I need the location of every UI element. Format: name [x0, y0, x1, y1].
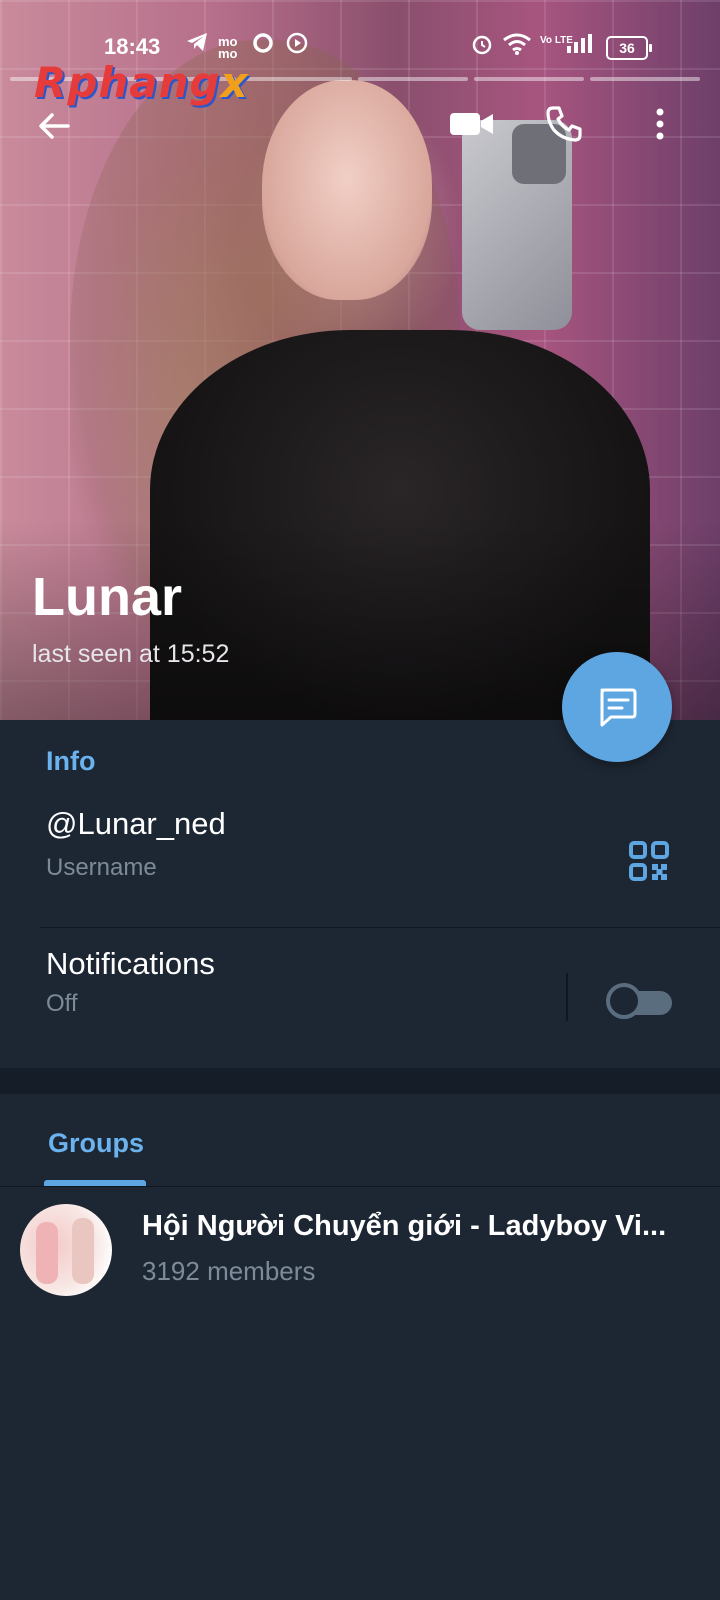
- back-button[interactable]: [24, 96, 84, 156]
- profile-name: Lunar: [32, 567, 183, 627]
- qr-code-icon: [629, 841, 669, 881]
- group-avatar: [20, 1204, 112, 1296]
- group-list-item[interactable]: Hội Người Chuyển giới - Ladyboy Vi... 31…: [0, 1190, 720, 1302]
- phone-icon: [546, 106, 582, 142]
- info-divider: [40, 927, 720, 928]
- sync-icon: [252, 32, 274, 60]
- notifications-status: Off: [46, 990, 78, 1017]
- info-section-title: Info: [46, 746, 96, 776]
- qr-code-button[interactable]: [628, 840, 670, 882]
- avatar-figure: [72, 1218, 94, 1284]
- photo-face: [262, 80, 432, 300]
- status-time: 18:43: [104, 34, 161, 59]
- send-message-button[interactable]: [562, 652, 672, 762]
- message-icon: [600, 688, 637, 727]
- tab-groups[interactable]: Groups: [48, 1128, 144, 1159]
- alarm-icon: [470, 32, 494, 62]
- tab-divider: [0, 1186, 720, 1187]
- toggle-knob: [606, 983, 642, 1019]
- username-label: Username: [46, 854, 157, 881]
- notifications-label[interactable]: Notifications: [46, 946, 215, 982]
- video-call-icon: [450, 113, 493, 135]
- telegram-icon: [186, 32, 208, 58]
- last-seen-status: last seen at 15:52: [32, 640, 230, 668]
- arrow-left-icon: [39, 113, 70, 139]
- momo-icon: mo mo: [218, 34, 238, 61]
- call-button[interactable]: [534, 94, 594, 154]
- more-vertical-icon: [656, 108, 664, 140]
- notifications-separator: [566, 973, 568, 1021]
- section-separator: [0, 1068, 720, 1094]
- more-options-button[interactable]: [630, 94, 690, 154]
- wifi-icon: [502, 32, 532, 62]
- video-call-button[interactable]: [442, 94, 502, 154]
- notifications-toggle[interactable]: [606, 983, 672, 1019]
- group-member-count: 3192 members: [142, 1256, 316, 1286]
- group-name: Hội Người Chuyển giới - Ladyboy Vi...: [142, 1210, 667, 1242]
- play-icon: [286, 32, 308, 60]
- username-value[interactable]: @Lunar_ned: [46, 806, 226, 842]
- avatar-figure: [36, 1222, 58, 1284]
- signal-icon: [566, 32, 596, 60]
- battery-indicator: 36: [606, 36, 652, 60]
